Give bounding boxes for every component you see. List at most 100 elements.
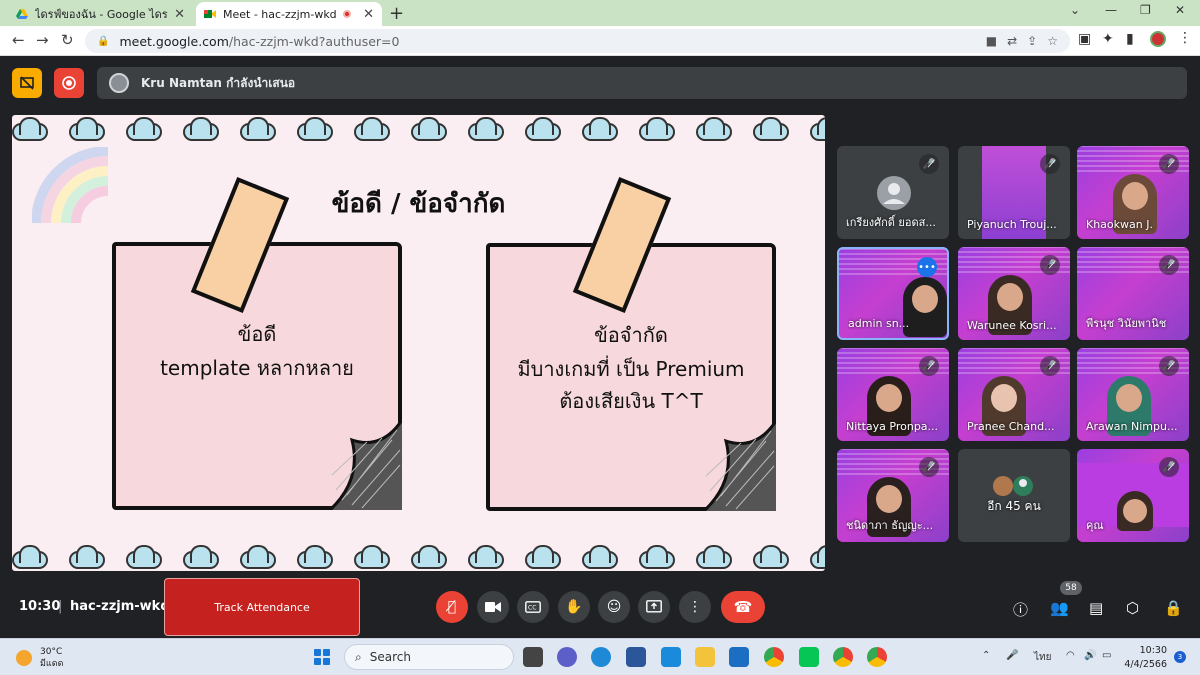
weather-widget[interactable]: 30°C มีแดด <box>16 646 63 670</box>
tray-overflow-icon[interactable]: ⌃ <box>982 650 990 661</box>
tab-search-chevron-icon[interactable]: ⌄ <box>1070 3 1080 17</box>
browser-tab-strip: ไดรฟ์ของฉัน - Google ไดรฟ์ ✕ Meet - hac-… <box>0 0 1200 26</box>
file-explorer-icon[interactable] <box>695 647 715 667</box>
cloud-decoration <box>181 117 219 141</box>
chrome-profile-icon[interactable] <box>833 647 853 667</box>
camera-toggle-button[interactable] <box>477 591 509 623</box>
participant-tile[interactable]: 🎤̸ เกรียงศักดิ์ ยอดส... <box>837 146 949 239</box>
present-button[interactable] <box>638 591 670 623</box>
close-icon[interactable]: ✕ <box>174 7 185 22</box>
more-options-button[interactable]: ⋮ <box>679 591 711 623</box>
record-icon <box>62 76 76 90</box>
forward-button[interactable]: → <box>36 31 49 49</box>
meet-window: Kru Namtan กำลังนำเสนอ ข้อดี / ข้อจำกัด … <box>0 57 1200 638</box>
camera-permission-icon[interactable]: ■ <box>986 34 997 48</box>
slide-title: ข้อดี / ข้อจำกัด <box>331 189 506 219</box>
microphone-tray-icon[interactable]: 🎤 <box>1006 650 1018 661</box>
speaking-indicator-icon: ••• <box>917 257 937 277</box>
participant-tile[interactable]: 🎤̸ Warunee Kosri... <box>958 247 1070 340</box>
battery-icon[interactable]: ▭ <box>1102 650 1111 661</box>
volume-icon[interactable]: 🔊 <box>1084 650 1096 661</box>
cloud-decoration <box>637 545 675 569</box>
translate-icon[interactable]: ⇄ <box>1007 34 1017 48</box>
participant-tile[interactable]: 🎤̸ Arawan Nimpu... <box>1077 348 1189 441</box>
minimize-button[interactable]: — <box>1105 3 1117 17</box>
address-bar[interactable]: 🔒 meet.google.com/hac-zzjm-wkd?authuser=… <box>85 29 1070 53</box>
wifi-icon[interactable]: ◠ <box>1066 650 1075 661</box>
chat-icon[interactable]: ▤ <box>1089 599 1103 617</box>
mic-off-icon: 🎤̸ <box>1159 356 1179 376</box>
back-button[interactable]: ← <box>12 31 25 49</box>
mic-toggle-button[interactable]: 🎙̸ <box>436 591 468 623</box>
extension-icon[interactable]: ▣ <box>1078 31 1091 47</box>
browser-menu-icon[interactable]: ⋮ <box>1178 30 1192 46</box>
system-clock[interactable]: 10:30 4/4/2566 <box>1123 644 1167 672</box>
captions-button[interactable]: CC <box>517 591 549 623</box>
extensions-puzzle-icon[interactable]: ✦ <box>1102 31 1114 47</box>
cloud-decoration <box>409 117 447 141</box>
start-button[interactable] <box>314 649 330 665</box>
notification-badge[interactable]: 3 <box>1174 651 1186 663</box>
leave-call-button[interactable]: ☎ <box>721 591 765 623</box>
app-l-icon[interactable] <box>661 647 681 667</box>
people-icon[interactable]: 👥 <box>1050 599 1069 617</box>
host-controls-icon[interactable]: 🔒 <box>1164 599 1183 617</box>
reload-button[interactable]: ↻ <box>61 31 74 49</box>
presenter-label: Kru Namtan กำลังนำเสนอ <box>141 75 296 90</box>
participant-name: Arawan Nimpu... <box>1086 420 1178 433</box>
more-participants-tile[interactable]: อีก 45 คน <box>958 449 1070 542</box>
meeting-details-icon[interactable]: ⓘ <box>1013 599 1028 620</box>
mail-icon[interactable] <box>729 647 749 667</box>
participant-tile-self[interactable]: 🎤̸ คุณ <box>1077 449 1189 542</box>
participant-tile[interactable]: 🎤̸ พีรนุช วินัยพานิช <box>1077 247 1189 340</box>
reactions-button[interactable]: ☺ <box>598 591 630 623</box>
taskbar-search[interactable]: ⌕ Search <box>344 644 514 670</box>
shared-presentation: ข้อดี / ข้อจำกัด ข้อดี template หลากหลาย… <box>12 115 825 571</box>
new-tab-button[interactable]: + <box>389 3 404 24</box>
participant-tile[interactable]: 🎤̸ ชนิดาภา ธัญญะ... <box>837 449 949 542</box>
cloud-decoration <box>808 545 825 569</box>
participant-tile[interactable]: 🎤̸ Khaokwan J. <box>1077 146 1189 239</box>
search-placeholder: Search <box>369 650 411 664</box>
cloud-decoration <box>238 545 276 569</box>
activities-icon[interactable]: ⬡ <box>1126 599 1139 617</box>
recording-button[interactable] <box>54 68 84 98</box>
clock-time: 10:30 <box>1139 645 1167 656</box>
mic-off-icon: 🎤̸ <box>919 154 939 174</box>
chat-app-icon[interactable] <box>557 647 577 667</box>
tab-google-drive[interactable]: ไดรฟ์ของฉัน - Google ไดรฟ์ ✕ <box>8 2 193 26</box>
participant-tile[interactable]: 🎤̸ Piyanuch Trouj... <box>958 146 1070 239</box>
chrome-icon[interactable] <box>764 647 784 667</box>
weather-condition: มีแดด <box>40 659 64 669</box>
input-language[interactable]: ไทย <box>1034 650 1051 665</box>
participant-name: admin sn... <box>848 317 910 330</box>
line-icon[interactable] <box>799 647 819 667</box>
presentation-off-button[interactable] <box>12 68 42 98</box>
participant-name: เกรียงศักดิ์ ยอดส... <box>846 216 936 229</box>
sun-icon <box>16 650 32 666</box>
participant-tile[interactable]: ••• admin sn... <box>837 247 949 340</box>
track-attendance-button[interactable]: Track Attendance <box>164 578 360 636</box>
restore-button[interactable]: ❐ <box>1140 3 1151 17</box>
window-close-button[interactable]: ✕ <box>1175 3 1185 17</box>
tab-google-meet[interactable]: Meet - hac-zzjm-wkd ✕ <box>196 2 382 26</box>
raise-hand-button[interactable]: ✋ <box>558 591 590 623</box>
task-view-icon[interactable] <box>523 647 543 667</box>
word-icon[interactable] <box>626 647 646 667</box>
profile-avatar[interactable] <box>1150 31 1166 47</box>
bookmark-star-icon[interactable]: ☆ <box>1047 34 1058 48</box>
clock-date: 4/4/2566 <box>1124 659 1167 670</box>
share-icon[interactable]: ⇪ <box>1027 34 1037 48</box>
side-panel-icon[interactable]: ▮ <box>1126 31 1134 47</box>
mic-off-icon: 🎤̸ <box>1159 154 1179 174</box>
participant-tile[interactable]: 🎤̸ Pranee Chand... <box>958 348 1070 441</box>
lock-icon: 🔒 <box>97 35 110 47</box>
chrome-profile-2-icon[interactable] <box>867 647 887 667</box>
present-screen-icon <box>646 600 662 613</box>
participant-tile[interactable]: 🎤̸ Nittaya Pronpa... <box>837 348 949 441</box>
edge-icon[interactable] <box>591 647 611 667</box>
mic-off-icon: 🎤̸ <box>919 457 939 477</box>
close-icon[interactable]: ✕ <box>363 7 374 22</box>
cloud-decoration <box>12 545 48 569</box>
windows-taskbar: 30°C มีแดด ⌕ Search ⌃ 🎤 ไทย ◠ 🔊 ▭ 10:30 4… <box>0 638 1200 675</box>
